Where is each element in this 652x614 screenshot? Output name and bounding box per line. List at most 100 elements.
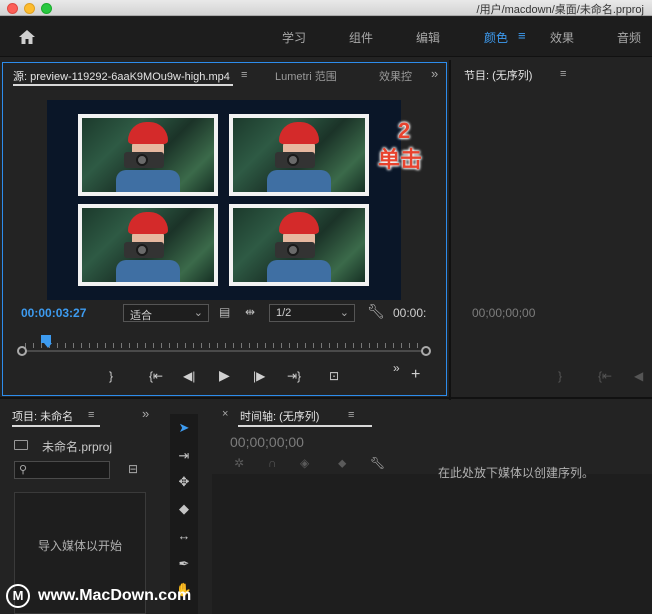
track-select-tool-icon[interactable]: ⇥ — [174, 448, 194, 464]
wrench-icon[interactable]: 🔧︎ — [367, 303, 385, 320]
home-icon[interactable] — [18, 28, 36, 46]
source-duration-timecode: 00:00: — [393, 306, 427, 320]
ripple-edit-tool-icon[interactable]: ✥ — [174, 474, 194, 490]
slip-tool-icon[interactable]: ↔ — [174, 528, 194, 543]
source-controls-row: 00:00:03:27 适合 ⌄ ▤ ⇹ 1/2 ⌄ 🔧︎ 00:00: — [3, 303, 446, 325]
settings-frame-icon[interactable]: ▤ — [219, 305, 230, 319]
transport-controls: } {⇤ ◀| ▶ |▶ ⇥} ⊡ » + — [3, 361, 446, 389]
active-tab-indicator — [13, 84, 233, 86]
panel-divider[interactable] — [449, 60, 451, 400]
more-buttons-icon[interactable]: » — [393, 361, 400, 375]
watermark-text: www.MacDown.com — [38, 587, 192, 604]
tab-timeline[interactable]: 时间轴: (无序列) — [240, 408, 319, 424]
close-icon[interactable]: × — [222, 408, 228, 420]
video-preview — [47, 100, 401, 300]
video-frame-photo — [229, 204, 369, 286]
window-path: /用户/macdown/桌面/未命名.prproj — [476, 4, 644, 16]
macdown-logo: M — [6, 584, 30, 608]
search-icon: ⚲ — [19, 464, 28, 476]
panel-menu-icon[interactable]: ≡ — [88, 409, 94, 421]
mark-out-icon[interactable]: } — [558, 369, 562, 383]
zoom-handle-right[interactable] — [421, 346, 431, 356]
panel-divider[interactable] — [0, 397, 652, 399]
resolution-dropdown-value: 1/2 — [276, 307, 292, 319]
tab-lumetri-scopes[interactable]: Lumetri 范围 — [275, 68, 337, 84]
ruler-track[interactable] — [21, 350, 427, 352]
workspace-tab-effects[interactable]: 效果 — [550, 29, 574, 46]
watermark: M www.MacDown.com — [6, 583, 191, 609]
fit-dropdown-value: 适合 — [130, 310, 152, 322]
tools-panel: ➤ ⇥ ✥ ◆ ↔ ✒ ✋ ▬ — [160, 400, 208, 614]
selection-tool-icon[interactable]: ➤ — [174, 420, 194, 436]
step-back-icon[interactable]: ◀| — [183, 369, 195, 383]
playhead-marker[interactable] — [41, 335, 51, 343]
wrench-icon[interactable]: 🔧︎ — [370, 456, 385, 470]
workspace-tab-learn[interactable]: 学习 — [282, 29, 306, 46]
pen-tool-icon[interactable]: ✒ — [174, 556, 194, 572]
source-time-ruler[interactable] — [17, 331, 431, 359]
find-icon[interactable]: ⊟ — [128, 462, 138, 476]
workspace-tab-editing[interactable]: 编辑 — [416, 29, 440, 46]
insert-icon[interactable]: ⇹ — [245, 305, 255, 319]
chevron-down-icon: ⌄ — [339, 307, 349, 319]
tab-project[interactable]: 项目: 未命名 — [12, 408, 73, 424]
panel-menu-icon[interactable]: ≡ — [348, 409, 354, 421]
more-panels-icon[interactable]: » — [142, 406, 149, 421]
fit-dropdown[interactable]: 适合 ⌄ — [123, 304, 209, 322]
play-icon[interactable]: ▶ — [219, 367, 230, 384]
ruler-ticks — [25, 343, 423, 348]
export-frame-icon[interactable]: ⊡ — [329, 369, 339, 383]
source-playhead-timecode[interactable]: 00:00:03:27 — [21, 306, 86, 320]
snap-icon[interactable]: ∩ — [268, 456, 277, 470]
step-back-icon[interactable]: ◀ — [634, 369, 643, 383]
add-marker-icon[interactable]: ⬥ — [338, 456, 346, 471]
workspace-tab-audio[interactable]: 音频 — [617, 29, 641, 46]
annotation-step-number: 2 — [398, 118, 411, 143]
window-title-bar: /用户/macdown/桌面/未命名.prproj — [0, 0, 652, 16]
linked-selection-icon[interactable]: ◈ — [300, 456, 309, 470]
timeline-timecode[interactable]: 00;00;00;00 — [230, 434, 304, 450]
source-monitor-panel: 源: preview-119292-6aaK9MOu9w-high.mp4 ≡ … — [2, 62, 447, 396]
resolution-dropdown[interactable]: 1/2 ⌄ — [269, 304, 355, 322]
active-tab-indicator — [238, 425, 372, 427]
chevron-down-icon: ⌄ — [193, 307, 203, 319]
workspace-tab-color[interactable]: 颜色 — [484, 29, 508, 46]
go-to-out-icon[interactable]: ⇥} — [287, 369, 301, 383]
step-forward-icon[interactable]: |▶ — [253, 369, 265, 383]
workspace-bar: 学习 组件 编辑 颜色 ≡ 效果 音频 — [0, 17, 652, 57]
video-frame-photo — [229, 114, 369, 196]
import-media-hint: 导入媒体以开始 — [37, 539, 122, 553]
close-window-button[interactable] — [7, 3, 18, 14]
annotation-step-text: 单击 — [378, 147, 423, 172]
program-timecode[interactable]: 00;00;00;00 — [472, 306, 535, 320]
timeline-tracks-area[interactable] — [212, 474, 652, 614]
playhead-marker-tip — [44, 343, 52, 348]
razor-tool-icon[interactable]: ◆ — [174, 501, 194, 517]
go-to-in-icon[interactable]: {⇤ — [598, 369, 612, 383]
nest-icon[interactable]: ✲ — [234, 456, 244, 470]
panel-menu-icon[interactable]: ≡ — [560, 68, 566, 80]
source-tab-bar: 源: preview-119292-6aaK9MOu9w-high.mp4 ≡ … — [3, 63, 446, 87]
hamburger-icon[interactable]: ≡ — [518, 28, 526, 43]
project-search-input[interactable]: ⚲ — [14, 461, 110, 479]
mark-out-icon[interactable]: } — [109, 369, 113, 383]
tab-source[interactable]: 源: preview-119292-6aaK9MOu9w-high.mp4 — [13, 68, 230, 84]
zoom-window-button[interactable] — [41, 3, 52, 14]
project-file-icon — [14, 440, 28, 450]
more-panels-icon[interactable]: » — [431, 66, 438, 81]
project-panel: 项目: 未命名 ≡ » 未命名.prproj ⚲ ⊟ 导入媒体以开始 — [2, 400, 157, 614]
video-frame-photo — [78, 114, 218, 196]
button-editor-add-icon[interactable]: + — [411, 366, 420, 384]
program-monitor-panel: 节目: (无序列) ≡ 00;00;00;00 } {⇤ ◀ — [452, 62, 652, 396]
workspace-tab-assembly[interactable]: 组件 — [349, 29, 373, 46]
tab-program[interactable]: 节目: (无序列) — [464, 67, 532, 83]
video-frame-photo — [78, 204, 218, 286]
timeline-drop-hint: 在此处放下媒体以创建序列。 — [438, 466, 595, 480]
minimize-window-button[interactable] — [24, 3, 35, 14]
zoom-handle-left[interactable] — [17, 346, 27, 356]
timeline-tab-bar: × 时间轴: (无序列) ≡ — [212, 400, 652, 428]
go-to-in-icon[interactable]: {⇤ — [149, 369, 163, 383]
project-file-name: 未命名.prproj — [42, 440, 113, 454]
tab-effect-controls[interactable]: 效果控 — [379, 68, 415, 84]
panel-menu-icon[interactable]: ≡ — [241, 69, 247, 81]
